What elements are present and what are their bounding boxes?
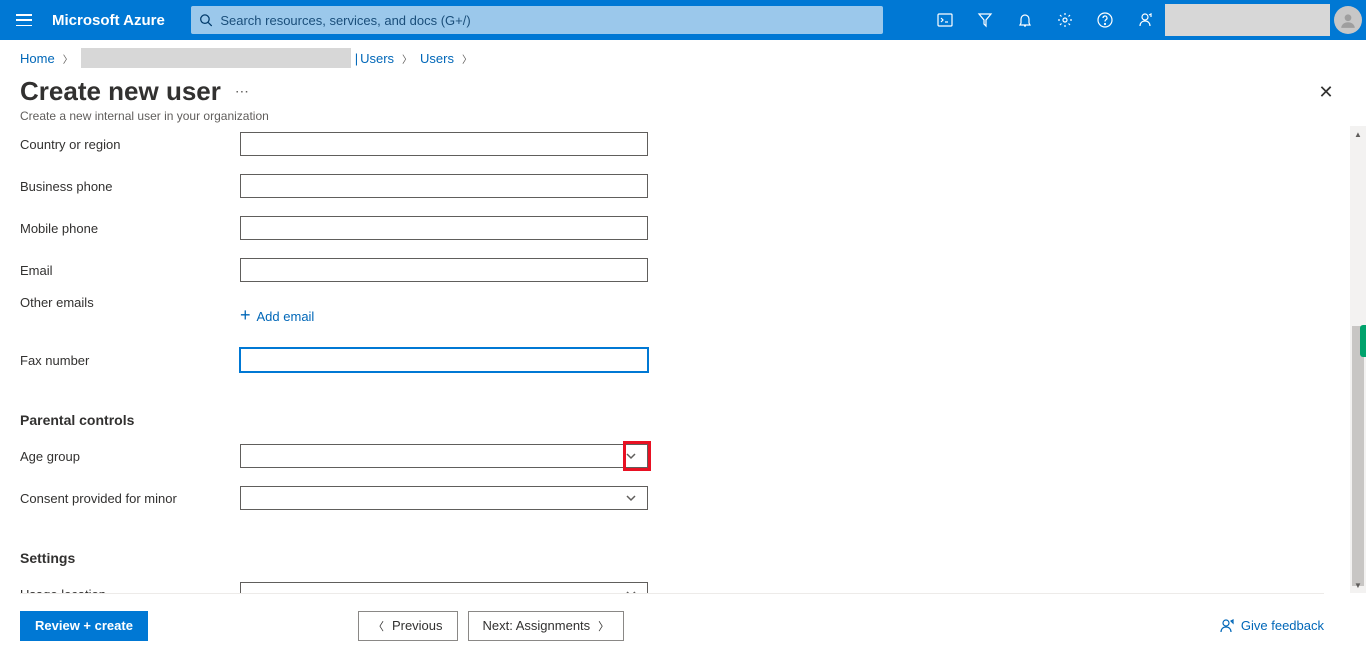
tenant-box[interactable] (1165, 4, 1330, 36)
next-label: Next: Assignments (483, 618, 591, 633)
business-phone-input[interactable] (240, 174, 648, 198)
breadcrumb-directory[interactable] (81, 48, 351, 68)
review-create-label: Review + create (35, 618, 133, 633)
page-subtitle: Create a new internal user in your organ… (20, 109, 1346, 123)
label-other-emails: Other emails (20, 294, 240, 310)
breadcrumb-home[interactable]: Home (20, 51, 55, 66)
cloud-shell-icon (937, 12, 953, 28)
email-input[interactable] (240, 258, 648, 282)
chevron-down-icon (621, 451, 641, 461)
add-email-button[interactable]: + Add email (240, 304, 648, 328)
mobile-phone-input[interactable] (240, 216, 648, 240)
brand-label[interactable]: Microsoft Azure (48, 12, 177, 29)
next-button[interactable]: Next: Assignments 〉 (468, 611, 625, 641)
label-business-phone: Business phone (20, 178, 240, 194)
gear-icon (1057, 12, 1073, 28)
label-age-group: Age group (20, 448, 240, 464)
account-button[interactable] (1330, 0, 1366, 40)
chevron-right-icon: 〉 (63, 51, 73, 66)
section-parental-controls: Parental controls (20, 412, 1328, 428)
filter-icon (977, 12, 993, 28)
feedback-person-icon (1219, 618, 1235, 634)
scroll-down-arrow[interactable]: ▼ (1350, 577, 1366, 593)
previous-label: Previous (392, 618, 443, 633)
chevron-right-icon: 〉 (598, 618, 609, 634)
scroll-up-arrow[interactable]: ▲ (1350, 126, 1366, 142)
feedback-icon (1137, 12, 1153, 28)
age-group-select[interactable] (240, 444, 648, 468)
label-usage-location: Usage location (20, 586, 240, 593)
consent-select[interactable] (240, 486, 648, 510)
review-create-button[interactable]: Review + create (20, 611, 148, 641)
help-icon (1097, 12, 1113, 28)
chevron-down-icon (621, 493, 641, 503)
usage-location-select[interactable] (240, 582, 648, 593)
label-country: Country or region (20, 136, 240, 152)
cloud-shell-button[interactable] (925, 0, 965, 40)
search-input[interactable] (220, 13, 874, 28)
avatar-icon (1334, 6, 1362, 34)
label-mobile-phone: Mobile phone (20, 220, 240, 236)
add-email-label: Add email (257, 309, 315, 324)
side-tab[interactable] (1360, 325, 1366, 357)
feedback-button[interactable] (1125, 0, 1165, 40)
settings-button[interactable] (1045, 0, 1085, 40)
scrollbar-thumb[interactable] (1352, 326, 1364, 586)
menu-button[interactable] (0, 0, 48, 40)
notifications-button[interactable] (1005, 0, 1045, 40)
search-wrap (191, 6, 883, 34)
page-title: Create new user (20, 76, 221, 107)
label-consent: Consent provided for minor (20, 490, 240, 506)
help-button[interactable] (1085, 0, 1125, 40)
chevron-right-icon: 〉 (402, 51, 412, 66)
search-icon (199, 13, 213, 27)
topbar-icons (925, 0, 1366, 40)
chevron-left-icon: 〈 (373, 618, 384, 634)
close-button[interactable]: ✕ (1314, 80, 1338, 104)
scrollbar[interactable]: ▲ ▼ (1350, 126, 1366, 593)
breadcrumb: Home 〉 | Users 〉 Users 〉 (0, 40, 1366, 76)
filter-button[interactable] (965, 0, 1005, 40)
page-header: Create new user ⋯ Create a new internal … (0, 76, 1366, 123)
form-area: Country or region Business phone Mobile … (20, 126, 1348, 593)
plus-icon: + (240, 305, 251, 326)
top-bar: Microsoft Azure (0, 0, 1366, 40)
give-feedback-link[interactable]: Give feedback (1219, 618, 1324, 634)
breadcrumb-users-2[interactable]: Users (420, 51, 454, 66)
previous-button[interactable]: 〈 Previous (358, 611, 458, 641)
label-fax: Fax number (20, 352, 240, 368)
breadcrumb-users-1[interactable]: Users (360, 51, 394, 66)
footer-bar: Review + create 〈 Previous Next: Assignm… (20, 593, 1324, 657)
hamburger-icon (16, 14, 32, 26)
breadcrumb-pipe: | (355, 51, 358, 66)
bell-icon (1017, 12, 1033, 28)
country-input[interactable] (240, 132, 648, 156)
fax-input[interactable] (240, 348, 648, 372)
section-settings: Settings (20, 550, 1328, 566)
label-email: Email (20, 262, 240, 278)
chevron-right-icon: 〉 (462, 51, 472, 66)
more-menu-button[interactable]: ⋯ (235, 83, 250, 100)
give-feedback-label: Give feedback (1241, 618, 1324, 633)
search-box[interactable] (191, 6, 883, 34)
